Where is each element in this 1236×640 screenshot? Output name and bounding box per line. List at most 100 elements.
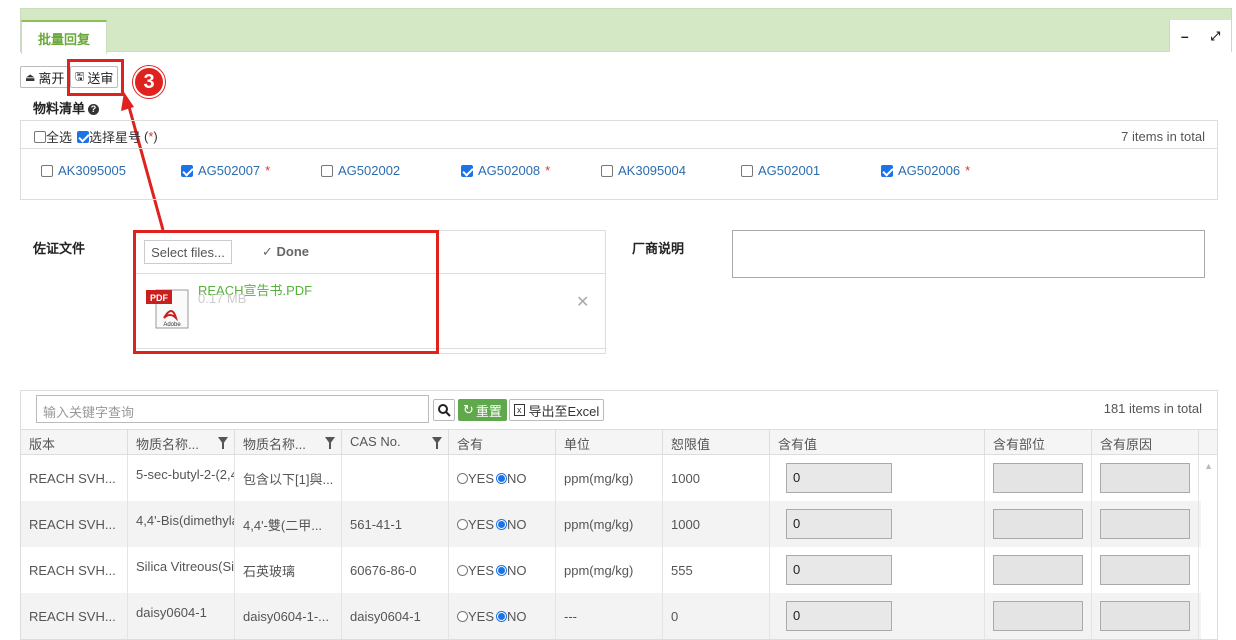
material-checkbox[interactable] bbox=[321, 164, 333, 177]
yes-label: YES bbox=[468, 470, 495, 486]
select-all-checkbox[interactable] bbox=[34, 130, 46, 143]
material-checkbox[interactable] bbox=[181, 164, 193, 177]
material-item[interactable]: AK3095004 bbox=[601, 163, 691, 178]
evidence-label: 佐证文件 bbox=[33, 241, 86, 256]
grid-header: 版本 物质名称... 物质名称... CAS No. 含有 单位 恕限值 含有值 含有部位 含有原… bbox=[21, 429, 1217, 456]
material-checkbox[interactable] bbox=[741, 164, 753, 177]
cell-unit: ppm(mg/kg) bbox=[556, 455, 663, 501]
material-item[interactable]: AG502006 * bbox=[881, 163, 970, 178]
remove-file-icon[interactable]: ✕ bbox=[576, 292, 589, 312]
value-input[interactable]: 0 bbox=[786, 509, 892, 539]
cell-name-en: Silica Vitreous(Si( bbox=[128, 547, 235, 593]
yes-label: YES bbox=[468, 562, 495, 578]
keyword-search-input[interactable]: 输入关键字查询 bbox=[36, 395, 429, 423]
value-input[interactable]: 0 bbox=[786, 601, 892, 631]
cell-value: 0 bbox=[770, 455, 985, 501]
filter-icon[interactable] bbox=[432, 437, 442, 449]
yes-label: YES bbox=[468, 516, 495, 532]
material-item[interactable]: AG502008 * bbox=[461, 163, 550, 178]
vendor-notes-input[interactable] bbox=[732, 230, 1205, 278]
material-item[interactable]: AK3095005 bbox=[41, 163, 131, 178]
yes-radio[interactable] bbox=[457, 564, 468, 576]
cell-reason bbox=[1092, 455, 1199, 501]
no-radio[interactable] bbox=[496, 472, 508, 484]
yes-radio[interactable] bbox=[457, 518, 468, 530]
select-all-label: 全选 bbox=[46, 130, 73, 145]
column-header[interactable]: 单位 bbox=[556, 430, 663, 456]
filter-icon[interactable] bbox=[218, 437, 228, 449]
no-radio[interactable] bbox=[496, 564, 508, 576]
scroll-up-icon[interactable]: ▲ bbox=[1204, 461, 1213, 471]
material-checkbox[interactable] bbox=[881, 164, 893, 177]
cell-cas: 561-41-1 bbox=[342, 501, 449, 547]
table-row: REACH SVH... daisy0604-1 daisy0604-1-...… bbox=[21, 593, 1201, 639]
cell-version: REACH SVH... bbox=[21, 501, 128, 547]
help-icon[interactable]: ? bbox=[88, 104, 100, 116]
filter-icon[interactable] bbox=[325, 437, 335, 449]
materials-total: 7 items in total bbox=[1121, 129, 1205, 144]
material-item[interactable]: AG502001 bbox=[741, 163, 825, 178]
column-header[interactable]: 含有值 bbox=[770, 430, 985, 456]
location-input[interactable] bbox=[993, 463, 1083, 493]
column-header[interactable]: CAS No. bbox=[342, 430, 449, 456]
location-input[interactable] bbox=[993, 601, 1083, 631]
highlight-upload bbox=[133, 230, 439, 354]
cell-name-en: 5-sec-butyl-2-(2,4 bbox=[128, 455, 235, 501]
column-header-label: 单位 bbox=[564, 437, 591, 452]
no-label: NO bbox=[507, 608, 527, 624]
material-checkbox[interactable] bbox=[41, 164, 53, 177]
yes-radio[interactable] bbox=[457, 610, 468, 622]
column-header[interactable]: 含有原因 bbox=[1092, 430, 1199, 456]
location-input[interactable] bbox=[993, 509, 1083, 539]
vendor-label: 厂商说明 bbox=[632, 241, 685, 256]
cell-name-en: 4,4'-Bis(dimethyla bbox=[128, 501, 235, 547]
no-label: NO bbox=[507, 470, 527, 486]
column-header[interactable]: 恕限值 bbox=[663, 430, 770, 456]
material-code: AG502006 bbox=[898, 163, 961, 178]
column-header[interactable]: 含有部位 bbox=[985, 430, 1092, 456]
column-header[interactable]: 版本 bbox=[21, 430, 128, 456]
export-excel-button[interactable]: x 导出至Excel bbox=[509, 399, 605, 421]
no-radio[interactable] bbox=[496, 610, 508, 622]
material-checkbox[interactable] bbox=[461, 164, 473, 177]
material-checkbox[interactable] bbox=[601, 164, 613, 177]
value-input[interactable]: 0 bbox=[786, 463, 892, 493]
column-header[interactable]: 含有 bbox=[449, 430, 556, 456]
no-label: NO bbox=[507, 562, 527, 578]
material-star: * bbox=[965, 163, 971, 178]
no-radio[interactable] bbox=[496, 518, 508, 530]
search-button[interactable] bbox=[433, 399, 455, 421]
column-header[interactable]: 物质名称... bbox=[235, 430, 342, 456]
table-row: REACH SVH... Silica Vitreous(Si( 石英玻璃 60… bbox=[21, 547, 1201, 593]
location-input[interactable] bbox=[993, 555, 1083, 585]
material-code: AG502001 bbox=[758, 163, 821, 178]
select-star-label: 选择星号 bbox=[89, 130, 142, 145]
cell-value: 0 bbox=[770, 501, 985, 547]
material-item[interactable]: AG502002 bbox=[321, 163, 405, 178]
refresh-icon: ↻ bbox=[463, 402, 474, 417]
column-header-label: 含有部位 bbox=[993, 437, 1046, 452]
reason-input[interactable] bbox=[1100, 463, 1190, 493]
cell-name-cn: 石英玻璃 bbox=[235, 547, 342, 593]
column-header[interactable]: 物质名称... bbox=[128, 430, 235, 456]
cell-contains: YES NO bbox=[449, 593, 556, 639]
material-item[interactable]: AG502007 * bbox=[181, 163, 270, 178]
material-code: AK3095004 bbox=[618, 163, 686, 178]
cell-version: REACH SVH... bbox=[21, 593, 128, 639]
reason-input[interactable] bbox=[1100, 509, 1190, 539]
cell-name-en: daisy0604-1 bbox=[128, 593, 235, 639]
yes-radio[interactable] bbox=[457, 472, 468, 484]
value-input[interactable]: 0 bbox=[786, 555, 892, 585]
reset-button[interactable]: ↻ 重置 bbox=[458, 399, 507, 421]
select-star-paren-close: ) bbox=[153, 129, 158, 144]
cell-reason bbox=[1092, 593, 1199, 639]
select-star-checkbox[interactable] bbox=[77, 130, 89, 143]
reason-input[interactable] bbox=[1100, 555, 1190, 585]
cell-limit: 555 bbox=[663, 547, 770, 593]
materials-title: 物料清单? bbox=[33, 98, 100, 117]
select-star[interactable]: 选择星号 ( * ) bbox=[77, 127, 158, 146]
cell-unit: ppm(mg/kg) bbox=[556, 501, 663, 547]
reason-input[interactable] bbox=[1100, 601, 1190, 631]
select-all[interactable]: 全选 bbox=[34, 127, 72, 146]
cell-limit: 1000 bbox=[663, 501, 770, 547]
